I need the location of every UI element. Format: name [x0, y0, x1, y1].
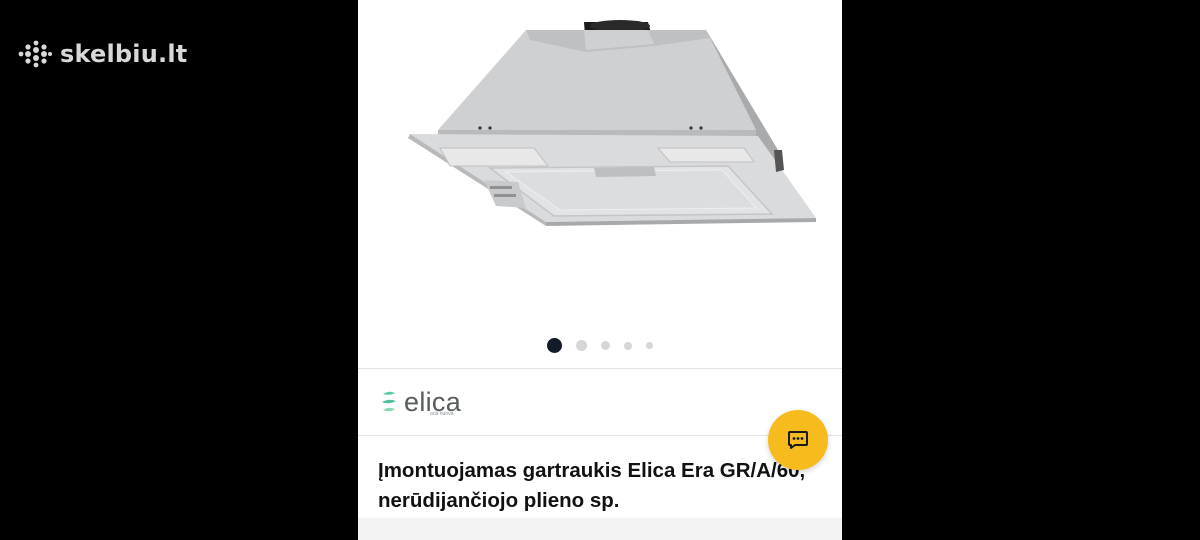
brand-tagline: aria nuova	[430, 411, 454, 417]
screen: skelbiu.lt elica aria nuova Įmontuojamas…	[0, 0, 1200, 540]
pager-dot[interactable]	[601, 341, 610, 350]
carousel-pager[interactable]	[358, 338, 842, 353]
watermark-text: skelbiu.lt	[60, 40, 188, 68]
brand-row: elica aria nuova	[358, 369, 842, 435]
pager-dot-active[interactable]	[547, 338, 562, 353]
pager-dot[interactable]	[624, 341, 632, 350]
listing-title: Įmontuojamas gartraukis Elica Era GR/A/6…	[378, 459, 806, 512]
elica-leaf-icon	[382, 391, 396, 412]
chat-button[interactable]	[768, 410, 828, 470]
pager-dot[interactable]	[646, 342, 653, 349]
listing-page: elica aria nuova Įmontuojamas gartraukis…	[358, 0, 842, 540]
bottom-strip	[358, 518, 842, 540]
pager-dot[interactable]	[576, 340, 587, 351]
site-watermark: skelbiu.lt	[18, 40, 187, 68]
range-hood-image[interactable]	[358, 0, 842, 300]
image-gallery[interactable]	[358, 0, 842, 368]
dots-logo-icon	[18, 40, 52, 68]
chat-bubble-icon	[788, 431, 808, 449]
